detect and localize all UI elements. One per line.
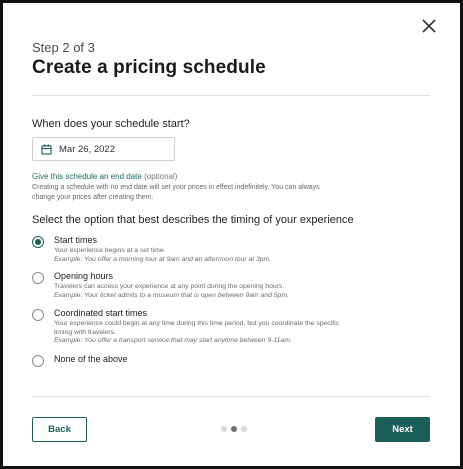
radio-coordinated-start-times[interactable] <box>32 309 44 321</box>
option-label: Start times <box>54 235 98 245</box>
option-label: Coordinated start times <box>54 308 148 318</box>
option-example: Example: You offer a morning tour at 9am… <box>54 255 272 263</box>
next-button[interactable]: Next <box>375 417 430 442</box>
pagination-dot-3 <box>241 426 247 432</box>
header-divider <box>32 95 430 96</box>
timing-question: Select the option that best describes th… <box>32 214 354 226</box>
option-description: Travelers can access your experience at … <box>54 283 344 300</box>
pagination-dot-2 <box>231 426 237 432</box>
radio-start-times[interactable] <box>32 236 44 248</box>
footer-divider <box>32 396 430 397</box>
start-date-value: Mar 26, 2022 <box>59 143 115 155</box>
start-date-field[interactable]: Mar 26, 2022 <box>32 137 175 161</box>
end-date-link[interactable]: Give this schedule an end date <box>32 172 142 181</box>
optional-label: (optional) <box>144 172 178 181</box>
page-title: Create a pricing schedule <box>32 57 266 78</box>
option-label: Opening hours <box>54 271 114 281</box>
calendar-icon <box>41 143 52 155</box>
pagination-dot-1 <box>221 426 227 432</box>
option-example: Example: Your ticket admits to a museum … <box>54 291 289 299</box>
close-icon[interactable] <box>420 17 438 35</box>
end-date-link-row: Give this schedule an end date (optional… <box>32 172 177 181</box>
end-date-helper-text: Creating a schedule with no end date wil… <box>32 184 320 201</box>
radio-opening-hours[interactable] <box>32 272 44 284</box>
back-button[interactable]: Back <box>32 417 87 442</box>
radio-none-of-the-above[interactable] <box>32 355 44 367</box>
step-indicator: Step 2 of 3 <box>32 40 95 55</box>
option-description-text: Your experience could begin at any time … <box>54 320 340 336</box>
pagination-dots <box>221 426 247 432</box>
start-question: When does your schedule start? <box>32 118 190 130</box>
option-description-text: Your experience begins at a set time. <box>54 247 166 254</box>
option-description: Your experience begins at a set time. Ex… <box>54 247 344 264</box>
pricing-schedule-modal: Step 2 of 3 Create a pricing schedule Wh… <box>0 0 463 469</box>
option-label: None of the above <box>54 354 128 364</box>
option-description: Your experience could begin at any time … <box>54 320 344 346</box>
option-description-text: Travelers can access your experience at … <box>54 283 285 290</box>
option-example: Example: You offer a transport service t… <box>54 337 292 344</box>
